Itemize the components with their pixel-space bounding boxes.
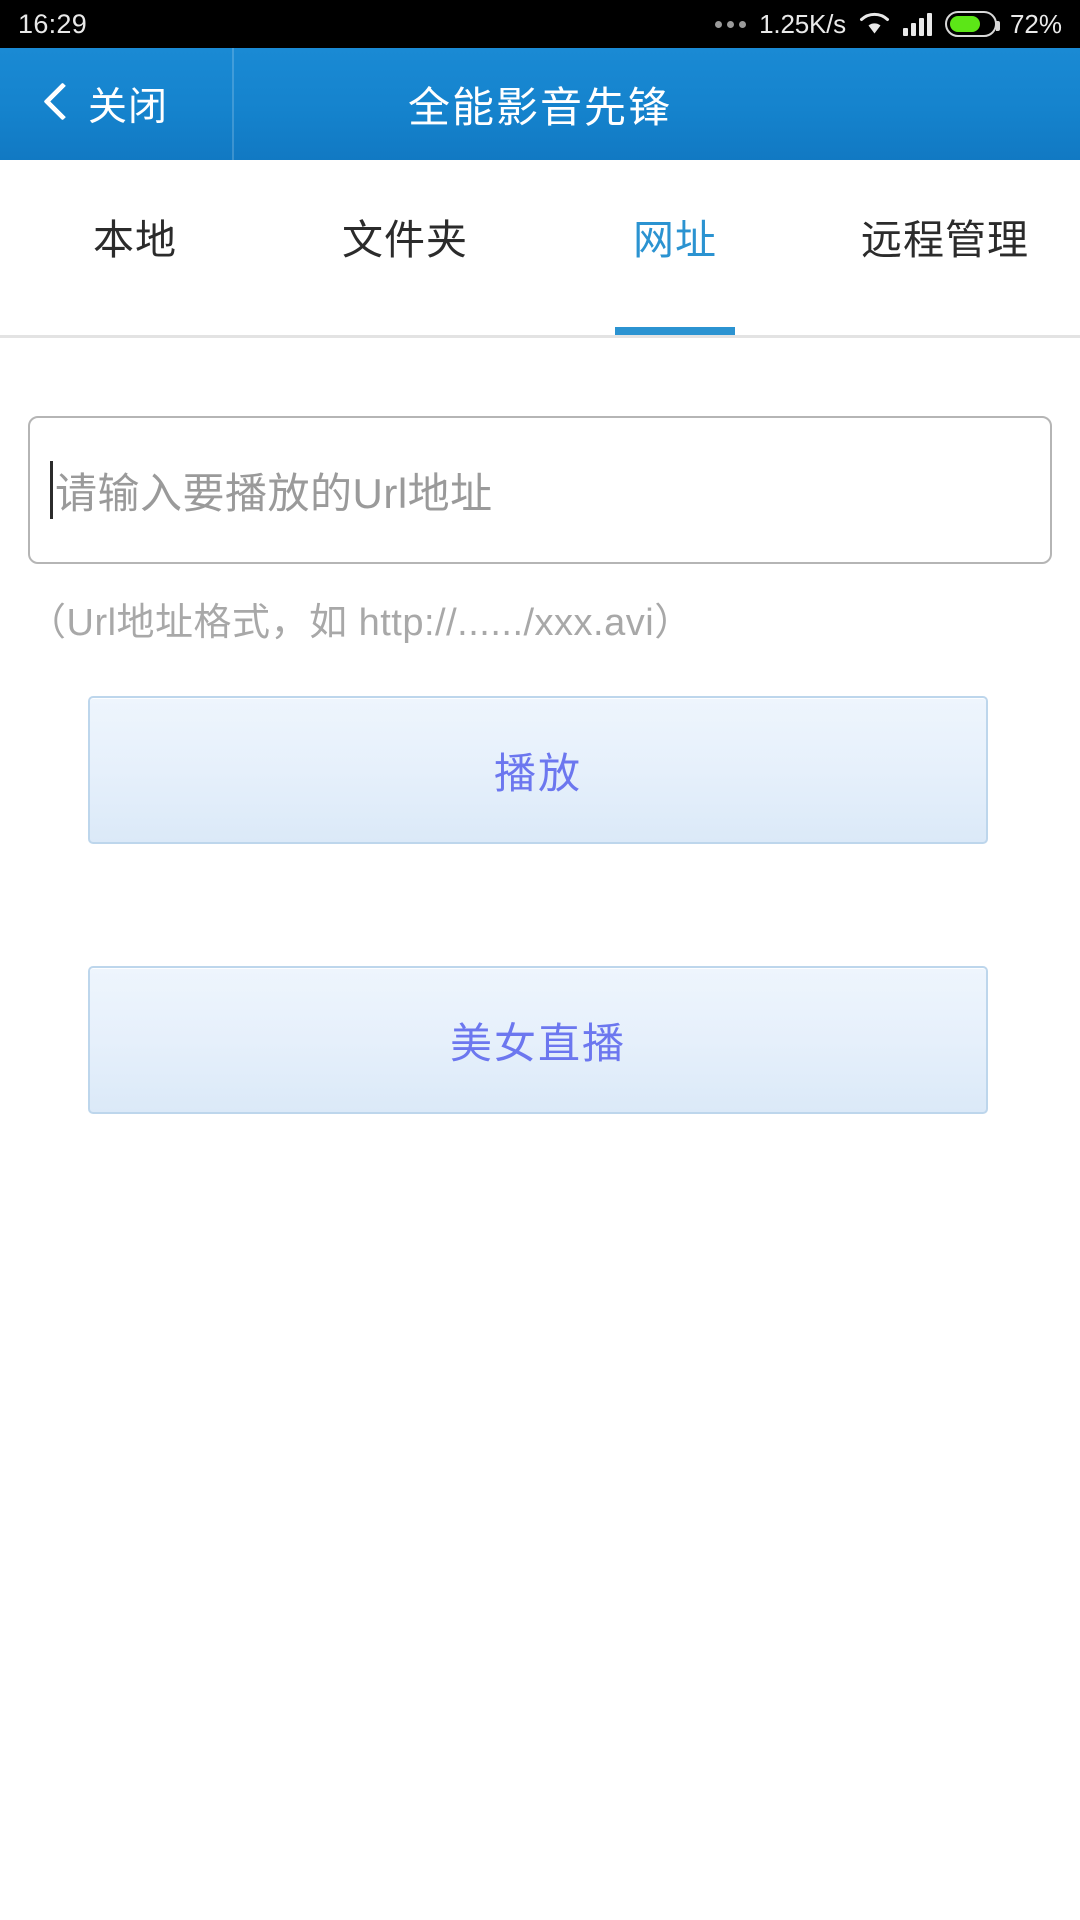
live-stream-button[interactable]: 美女直播 (88, 966, 988, 1114)
status-time: 16:29 (18, 8, 88, 39)
url-input-placeholder: 请输入要播放的Url地址 (55, 469, 493, 517)
status-bar-right-cluster: 1.25K/s 72% (715, 9, 1062, 40)
tab-bar: 本地 文件夹 网址 远程管理 (0, 160, 1080, 338)
close-button[interactable]: 关闭 (0, 48, 232, 160)
tab-url[interactable]: 网址 (540, 160, 810, 335)
chevron-left-icon (42, 82, 68, 126)
overflow-dots-icon (715, 20, 747, 28)
tab-folder-label: 文件夹 (342, 217, 468, 263)
network-speed-label: 1.25K/s (759, 8, 846, 39)
play-button[interactable]: 播放 (88, 696, 988, 844)
tab-folder[interactable]: 文件夹 (270, 160, 540, 335)
tab-local[interactable]: 本地 (0, 160, 270, 335)
status-bar: 16:29 1.25K/s 72% (0, 0, 1080, 48)
tab-underline (615, 327, 735, 335)
tab-local-label: 本地 (93, 217, 177, 263)
live-stream-button-label: 美女直播 (449, 1019, 626, 1067)
url-format-hint: （Url地址格式，如 http://....../xxx.avi） (28, 602, 693, 644)
wifi-icon (859, 12, 890, 36)
app-header: 关闭 全能影音先锋 (0, 48, 1080, 160)
tab-remote-management[interactable]: 远程管理 (810, 160, 1080, 335)
tab-content-url: 请输入要播放的Url地址 （Url地址格式，如 http://....../xx… (0, 341, 1080, 1920)
close-button-label: 关闭 (88, 86, 169, 129)
battery-percent-label: 72% (1009, 8, 1062, 39)
cellular-signal-icon (902, 12, 932, 36)
tab-url-label: 网址 (633, 217, 717, 263)
battery-icon (944, 11, 1000, 37)
tab-remote-management-label: 远程管理 (861, 217, 1029, 263)
play-button-label: 播放 (493, 749, 582, 797)
header-divider (232, 48, 234, 160)
url-input[interactable]: 请输入要播放的Url地址 (28, 416, 1052, 564)
text-caret (50, 461, 53, 519)
